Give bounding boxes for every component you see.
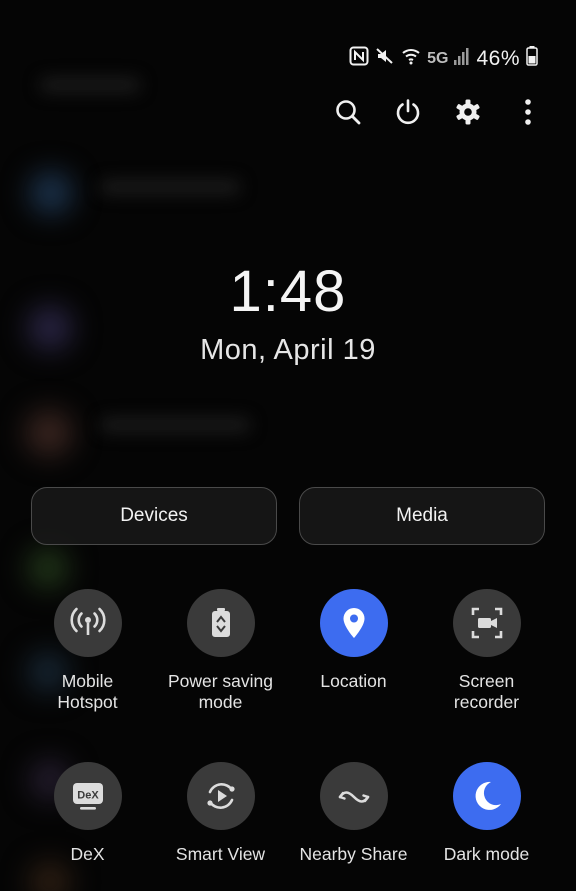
tile-mobile-hotspot[interactable]: Mobile Hotspot (21, 589, 154, 713)
smart-view-icon (186, 762, 255, 830)
network-type: 5G (427, 50, 449, 67)
nearby-share-icon (319, 762, 388, 830)
tile-power-saving[interactable]: Power saving mode (154, 589, 287, 713)
tile-label: Location (320, 671, 387, 691)
more-vert-icon[interactable] (498, 92, 558, 132)
tile-screen-recorder[interactable]: Screen recorder (420, 589, 553, 713)
tile-dark-mode[interactable]: Dark mode (420, 762, 553, 865)
tile-dex[interactable]: DeX DeX (21, 762, 154, 865)
moon-icon (452, 762, 521, 830)
tile-smart-view[interactable]: Smart View (154, 762, 287, 865)
signal-icon (454, 47, 470, 71)
dex-icon-text: DeX (77, 790, 99, 802)
gear-icon[interactable] (438, 92, 498, 132)
tile-nearby-share[interactable]: Nearby Share (287, 762, 420, 865)
tile-label: Mobile Hotspot (57, 671, 118, 712)
mute-icon (375, 46, 395, 72)
location-pin-icon (319, 589, 388, 657)
tile-label: Smart View (175, 844, 266, 864)
battery-icon (526, 46, 538, 72)
dex-icon: DeX (53, 762, 122, 830)
battery-saver-icon (186, 589, 255, 657)
tile-label: Power saving mode (167, 671, 274, 712)
tile-location[interactable]: Location (287, 589, 420, 692)
quick-panel-actions (318, 92, 558, 132)
hotspot-icon (53, 589, 122, 657)
status-bar: 5G 46% (349, 44, 538, 74)
devices-button[interactable]: Devices (31, 487, 277, 545)
tile-label: Nearby Share (299, 844, 408, 864)
clock-time: 1:48 (229, 259, 347, 324)
blurred-background (0, 0, 576, 891)
tile-label: DeX (70, 844, 105, 864)
media-button[interactable]: Media (299, 487, 545, 545)
screen-recorder-icon (452, 589, 521, 657)
search-icon[interactable] (318, 92, 378, 132)
tile-label: Screen recorder (453, 671, 520, 712)
battery-percent: 46% (476, 47, 520, 70)
tile-label: Dark mode (443, 844, 530, 864)
power-icon[interactable] (378, 92, 438, 132)
wifi-icon (401, 46, 421, 72)
nfc-icon (349, 46, 369, 72)
clock-date: Mon, April 19 (200, 334, 376, 366)
